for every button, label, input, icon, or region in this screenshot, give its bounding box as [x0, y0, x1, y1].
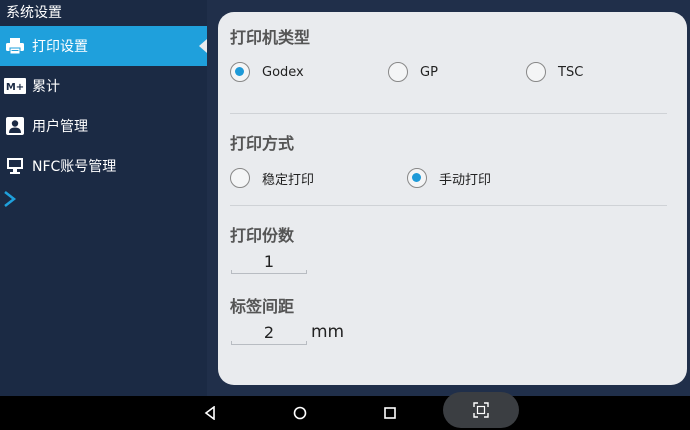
label-gap-unit: mm — [311, 322, 345, 342]
sidebar-title: 系统设置 — [0, 0, 207, 26]
sidebar-item-nfc-account[interactable]: NFC账号管理 — [0, 146, 207, 186]
monitor-icon — [4, 155, 26, 177]
back-icon — [204, 406, 215, 420]
settings-panel: 打印机类型 Godex GP TSC 打印方式 稳定打印 手动打印 打印份数 1… — [218, 12, 687, 385]
sidebar-item-label: 用户管理 — [32, 119, 88, 135]
sidebar-item-print-settings[interactable]: 打印设置 — [0, 26, 207, 66]
sidebar-item-label: 累计 — [32, 79, 60, 95]
sidebar-item-label: 打印设置 — [32, 39, 88, 55]
radio-label: Godex — [262, 64, 304, 80]
label-gap-title: 标签间距 — [230, 297, 295, 316]
system-navbar — [0, 392, 690, 430]
radio-circle[interactable] — [407, 168, 427, 188]
sidebar: 系统设置 打印设置 M+ 累计 用户管理 NFC账号管理 — [0, 0, 207, 396]
recents-button[interactable] — [376, 396, 404, 430]
divider — [230, 205, 667, 206]
radio-circle[interactable] — [230, 168, 250, 188]
sidebar-item-accumulate[interactable]: M+ 累计 — [0, 66, 207, 106]
recents-icon — [384, 407, 396, 419]
home-icon — [293, 406, 307, 420]
copies-input[interactable]: 1 — [231, 251, 307, 274]
radio-stable-print[interactable]: 稳定打印 — [230, 168, 314, 188]
copies-title: 打印份数 — [230, 226, 295, 245]
radio-label: 稳定打印 — [262, 172, 315, 188]
radio-label: GP — [420, 64, 438, 80]
label-gap-input[interactable]: 2 — [231, 322, 307, 345]
radio-circle[interactable] — [526, 62, 546, 82]
screenshot-icon — [473, 402, 489, 418]
print-mode-title: 打印方式 — [230, 134, 295, 153]
divider — [230, 113, 667, 114]
sidebar-item-label: NFC账号管理 — [32, 159, 117, 175]
home-button[interactable] — [286, 396, 314, 430]
radio-manual-print[interactable]: 手动打印 — [407, 168, 491, 188]
radio-label: TSC — [558, 64, 584, 80]
radio-circle[interactable] — [388, 62, 408, 82]
memory-plus-icon: M+ — [4, 75, 26, 97]
back-button[interactable] — [196, 396, 224, 430]
svg-text:M+: M+ — [6, 82, 24, 93]
radio-gp[interactable]: GP — [388, 62, 438, 82]
radio-label: 手动打印 — [439, 172, 492, 188]
user-icon — [4, 115, 26, 137]
printer-icon — [4, 35, 26, 57]
chevron-right-icon[interactable] — [2, 190, 18, 208]
sidebar-item-user-management[interactable]: 用户管理 — [0, 106, 207, 146]
screenshot-button[interactable] — [443, 392, 519, 428]
main-area: 打印机类型 Godex GP TSC 打印方式 稳定打印 手动打印 打印份数 1… — [207, 0, 690, 396]
radio-circle[interactable] — [230, 62, 250, 82]
radio-tsc[interactable]: TSC — [526, 62, 583, 82]
printer-type-title: 打印机类型 — [230, 28, 311, 47]
active-indicator — [199, 39, 207, 53]
radio-godex[interactable]: Godex — [230, 62, 304, 82]
